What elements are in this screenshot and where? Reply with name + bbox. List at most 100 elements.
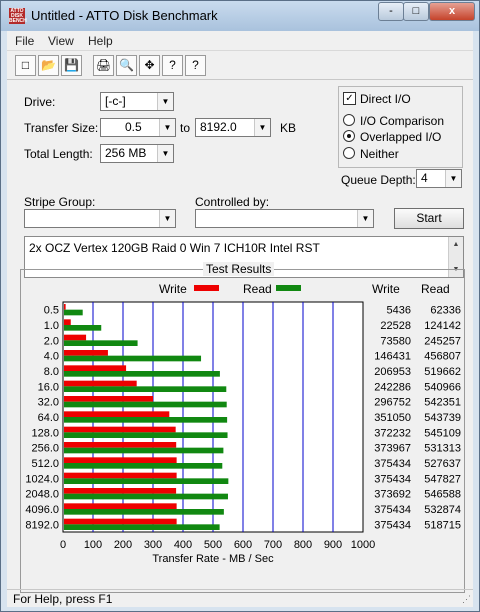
menu-help[interactable]: Help (88, 34, 113, 48)
write-value: 373692 (374, 489, 411, 501)
help-icon[interactable]: ? (162, 55, 183, 76)
read-bar (64, 478, 229, 484)
to-label: to (180, 121, 191, 135)
neither-radio[interactable] (343, 147, 355, 159)
test-results-title: Test Results (203, 262, 275, 276)
chevron-down-icon: ▼ (159, 119, 175, 136)
title-bar[interactable]: ATTO DISK BENCH Untitled - ATTO Disk Bench… (1, 1, 479, 31)
write-bar (64, 442, 177, 448)
write-bar (64, 488, 177, 494)
y-tick-label: 8192.0 (25, 519, 59, 531)
transfer-rate-chart: 0 100 200 300 400 500 600 700 800 900 1000 Transfer… (25, 301, 461, 565)
read-value: 547827 (424, 473, 461, 485)
stripe-group-select[interactable]: ▼ (24, 209, 176, 228)
y-tick-label: 32.0 (38, 397, 59, 409)
x-tick-label: 1000 (351, 539, 375, 551)
write-bar (64, 503, 177, 509)
x-axis-label: Transfer Rate - MB / Sec (152, 553, 274, 565)
read-value: 540966 (424, 381, 461, 393)
write-bar (64, 518, 177, 525)
write-bar (64, 411, 170, 417)
read-value: 518715 (424, 519, 461, 531)
read-bar (64, 524, 220, 530)
x-tick-label: 500 (204, 539, 222, 551)
read-value: 245257 (424, 335, 461, 347)
write-bar (64, 396, 154, 402)
y-tick-label: 4096.0 (25, 504, 59, 516)
minimize-button[interactable]: - (378, 2, 404, 21)
read-value: 527637 (424, 458, 461, 470)
x-tick-label: 300 (144, 539, 162, 551)
context-help-icon[interactable]: ? (185, 55, 206, 76)
overlapped-io-radio[interactable] (343, 130, 355, 142)
read-bar (64, 340, 138, 346)
read-bar (64, 417, 228, 423)
y-tick-label: 2.0 (44, 335, 59, 347)
write-value: 73580 (380, 335, 411, 347)
read-bar (64, 463, 223, 469)
transfer-size-max-select[interactable]: 8192.0 ▼ (195, 118, 271, 137)
write-value: 375434 (374, 458, 411, 470)
direct-io-checkbox[interactable]: ✓ (343, 92, 356, 105)
read-value: 456807 (424, 351, 461, 363)
y-tick-label: 8.0 (44, 366, 59, 378)
drive-select[interactable]: [-c-] ▼ (100, 92, 174, 111)
chevron-down-icon: ▼ (254, 119, 270, 136)
total-length-select[interactable]: 256 MB ▼ (100, 144, 174, 163)
read-bar (64, 355, 202, 362)
write-bar (64, 319, 71, 325)
menu-view[interactable]: View (48, 34, 74, 48)
maximize-button[interactable]: □ (403, 2, 429, 21)
legend-write-swatch (194, 285, 219, 291)
toolbar: □ 📂 💾 🖨 🔍 ✥ ? ? (7, 52, 473, 80)
write-value: 375434 (374, 519, 411, 531)
save-icon[interactable]: 💾 (61, 55, 82, 76)
app-window: ATTO DISK BENCH Untitled - ATTO Disk Bench… (0, 0, 480, 612)
scroll-up-icon[interactable]: ▲ (449, 237, 463, 252)
transfer-size-label: Transfer Size: (24, 121, 99, 135)
close-button[interactable]: x (429, 2, 475, 21)
client-area: File View Help □ 📂 💾 🖨 🔍 ✥ ? ? Drive: [-… (7, 31, 473, 607)
x-tick-label: 400 (174, 539, 192, 551)
queue-depth-select[interactable]: 4 ▼ (416, 169, 462, 188)
io-comparison-label: I/O Comparison (360, 114, 445, 128)
x-tick-label: 900 (324, 539, 342, 551)
new-document-icon[interactable]: □ (15, 55, 36, 76)
open-folder-icon[interactable]: 📂 (38, 55, 59, 76)
queue-depth-value: 4 (421, 171, 428, 185)
write-value: 242286 (374, 381, 411, 393)
transfer-size-min-select[interactable]: 0.5 ▼ (100, 118, 176, 137)
write-value: 206953 (374, 366, 411, 378)
read-bar (64, 309, 83, 316)
read-bar (64, 493, 228, 500)
read-value: 62336 (430, 305, 461, 317)
x-tick-label: 100 (84, 539, 102, 551)
menu-file[interactable]: File (15, 34, 34, 48)
x-tick-label: 0 (60, 539, 66, 551)
write-bar (64, 365, 127, 371)
write-bar (64, 426, 176, 433)
resize-grip-icon[interactable]: ⋰ (462, 594, 471, 605)
x-tick-label: 800 (294, 539, 312, 551)
move-icon[interactable]: ✥ (139, 55, 160, 76)
neither-label: Neither (360, 147, 399, 161)
read-bar (64, 386, 227, 392)
description-text: 2x OCZ Vertex 120GB Raid 0 Win 7 ICH10R … (29, 241, 320, 255)
total-length-label: Total Length: (24, 147, 93, 161)
drive-value: [-c-] (105, 94, 126, 108)
print-icon[interactable]: 🖨 (93, 55, 114, 76)
print-preview-icon[interactable]: 🔍 (116, 55, 137, 76)
y-tick-label: 256.0 (31, 443, 59, 455)
controlled-by-select[interactable]: ▼ (195, 209, 374, 228)
overlapped-io-label: Overlapped I/O (360, 130, 442, 144)
write-bar (64, 334, 87, 341)
io-comparison-radio[interactable] (343, 114, 355, 126)
read-bar (64, 325, 102, 331)
y-tick-label: 512.0 (31, 458, 59, 470)
start-button[interactable]: Start (394, 208, 464, 229)
x-tick-label: 700 (264, 539, 282, 551)
window-title: Untitled - ATTO Disk Benchmark (31, 8, 218, 23)
y-tick-label: 16.0 (38, 381, 59, 393)
direct-io-label: Direct I/O (360, 92, 411, 106)
y-tick-label: 1024.0 (25, 473, 59, 485)
